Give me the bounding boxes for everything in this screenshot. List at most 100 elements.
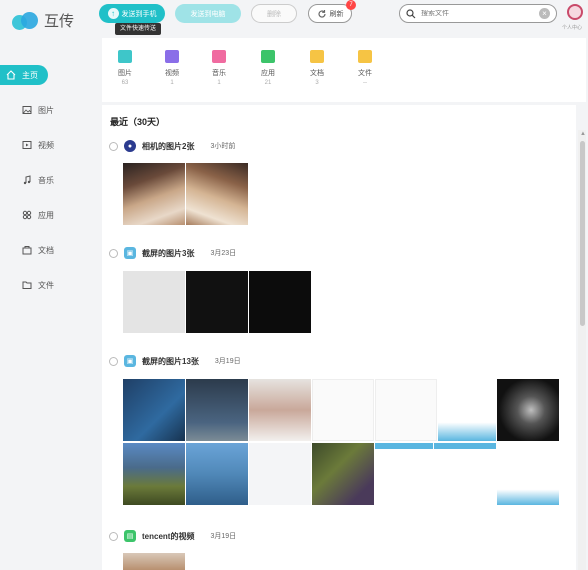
category-label: 音乐 xyxy=(212,70,226,77)
sidebar-item-label: 图片 xyxy=(38,105,54,115)
sidebar-item-videos[interactable]: 视频 xyxy=(0,135,100,155)
group-title: 相机的图片2张 xyxy=(142,141,195,151)
avatar[interactable] xyxy=(567,4,583,20)
group-date: 3月23日 xyxy=(210,250,237,257)
refresh-label: 刷新 xyxy=(329,10,344,18)
apps-icon xyxy=(22,210,32,220)
category-videos[interactable]: 视频 1 xyxy=(154,50,190,86)
category-count: 1 xyxy=(217,80,221,86)
category-label: 视频 xyxy=(165,70,179,77)
notification-badge: 7 xyxy=(346,0,356,10)
category-files[interactable]: 文件 -- xyxy=(347,50,383,86)
avatar-label: 个人中心 xyxy=(562,25,583,31)
recent-list: 最近（30天） ● 相机的图片2张 3小时前 ▣ 截屏的图片3张 3月23日 ▣… xyxy=(102,105,576,570)
screenshot-thumbnail[interactable] xyxy=(249,443,311,505)
group-title: 截屏的图片3张 xyxy=(142,248,195,258)
music-icon xyxy=(212,50,226,63)
category-label: 应用 xyxy=(261,70,275,77)
category-count: 3 xyxy=(315,80,319,86)
sidebar: 主页 图片 视频 音乐 应用 文档 文件 xyxy=(0,50,100,570)
group-select-radio[interactable] xyxy=(109,531,118,541)
group-select-radio[interactable] xyxy=(109,141,118,151)
sidebar-item-files[interactable]: 文件 xyxy=(0,275,100,295)
send-icon: ↑ xyxy=(107,8,119,19)
app-logo: 互传 xyxy=(12,10,74,31)
category-apps[interactable]: 应用 21 xyxy=(250,50,286,86)
sidebar-item-apps[interactable]: 应用 xyxy=(0,205,100,225)
scroll-up-icon[interactable]: ▲ xyxy=(580,131,586,137)
refresh-icon xyxy=(317,9,326,18)
screenshot-thumbnail[interactable] xyxy=(497,443,559,505)
photo-thumbnail[interactable] xyxy=(186,163,248,225)
group-header: ● 相机的图片2张 3小时前 xyxy=(109,138,235,154)
sidebar-item-documents[interactable]: 文档 xyxy=(0,240,100,260)
folder-icon xyxy=(358,50,372,63)
camera-icon: ● xyxy=(124,140,136,152)
image-icon xyxy=(22,105,32,115)
photo-thumbnail[interactable] xyxy=(123,163,185,225)
sidebar-item-label: 视频 xyxy=(38,140,54,150)
photo-thumbnail[interactable] xyxy=(249,379,311,441)
sidebar-item-label: 主页 xyxy=(22,70,38,80)
screenshot-thumbnail[interactable] xyxy=(312,443,374,505)
screenshot-thumbnail[interactable] xyxy=(438,379,496,441)
video-file-icon: ▤ xyxy=(124,530,136,542)
group-date: 3月19日 xyxy=(214,358,241,365)
screenshot-thumbnail[interactable] xyxy=(123,443,185,505)
category-count: 21 xyxy=(264,80,272,86)
group-select-radio[interactable] xyxy=(109,356,118,366)
screenshot-thumbnail[interactable] xyxy=(375,379,437,441)
screenshot-thumbnail[interactable] xyxy=(123,271,185,333)
delete-label: 删除 xyxy=(267,10,281,18)
group-header: ▣ 截屏的图片3张 3月23日 xyxy=(109,245,236,261)
category-label: 文档 xyxy=(310,70,324,77)
sidebar-item-label: 文件 xyxy=(38,280,54,290)
clear-search-icon[interactable]: × xyxy=(539,8,550,19)
video-icon xyxy=(165,50,179,63)
screenshot-thumbnail[interactable] xyxy=(312,379,374,441)
sidebar-item-home[interactable]: 主页 xyxy=(0,65,48,85)
scrollbar-thumb[interactable] xyxy=(580,141,585,326)
category-label: 图片 xyxy=(118,70,132,77)
screenshot-thumbnail[interactable] xyxy=(123,379,185,441)
delete-button[interactable]: 删除 xyxy=(251,4,297,23)
search-box[interactable]: × xyxy=(399,4,557,23)
photo-thumbnail[interactable] xyxy=(497,379,559,441)
sidebar-item-music[interactable]: 音乐 xyxy=(0,170,100,190)
category-strip: 图片 63 视频 1 音乐 1 应用 21 文档 3 文件 -- xyxy=(102,38,586,102)
send-to-pc-label: 发送到电脑 xyxy=(190,10,226,18)
group-select-radio[interactable] xyxy=(109,248,118,258)
screenshot-thumbnail[interactable] xyxy=(186,443,248,505)
category-count: 1 xyxy=(170,80,174,86)
send-to-phone-label: 发送到手机 xyxy=(121,10,157,18)
category-label: 文件 xyxy=(358,70,372,77)
document-icon xyxy=(22,245,32,255)
screenshot-thumbnail[interactable] xyxy=(434,443,496,505)
video-icon xyxy=(22,140,32,150)
category-documents[interactable]: 文档 3 xyxy=(299,50,335,86)
sidebar-item-label: 应用 xyxy=(38,210,54,220)
tooltip: 文件快速传送 xyxy=(115,23,162,35)
category-count: 63 xyxy=(121,80,129,86)
sidebar-item-label: 文档 xyxy=(38,245,54,255)
group-header: ▤ tencent的视频 3月19日 xyxy=(109,528,236,544)
screenshot-thumbnail[interactable] xyxy=(375,443,433,505)
send-to-pc-button[interactable]: 发送到电脑 xyxy=(175,4,241,23)
category-images[interactable]: 图片 63 xyxy=(107,50,143,86)
group-date: 3小时前 xyxy=(210,143,236,150)
sidebar-item-images[interactable]: 图片 xyxy=(0,100,100,120)
search-input[interactable] xyxy=(421,10,534,17)
video-thumbnail[interactable] xyxy=(123,553,185,570)
apps-icon xyxy=(261,50,275,63)
category-music[interactable]: 音乐 1 xyxy=(201,50,237,86)
home-icon xyxy=(6,70,16,80)
folder-icon xyxy=(22,280,32,290)
send-to-phone-button[interactable]: ↑ 发送到手机 xyxy=(99,4,165,23)
screenshot-thumbnail[interactable] xyxy=(186,271,248,333)
logo-text: 互传 xyxy=(44,12,75,30)
screenshot-thumbnail[interactable] xyxy=(249,271,311,333)
category-count: -- xyxy=(363,80,367,86)
screenshot-thumbnail[interactable] xyxy=(186,379,248,441)
screenshot-icon: ▣ xyxy=(124,355,136,367)
sidebar-item-label: 音乐 xyxy=(38,175,54,185)
